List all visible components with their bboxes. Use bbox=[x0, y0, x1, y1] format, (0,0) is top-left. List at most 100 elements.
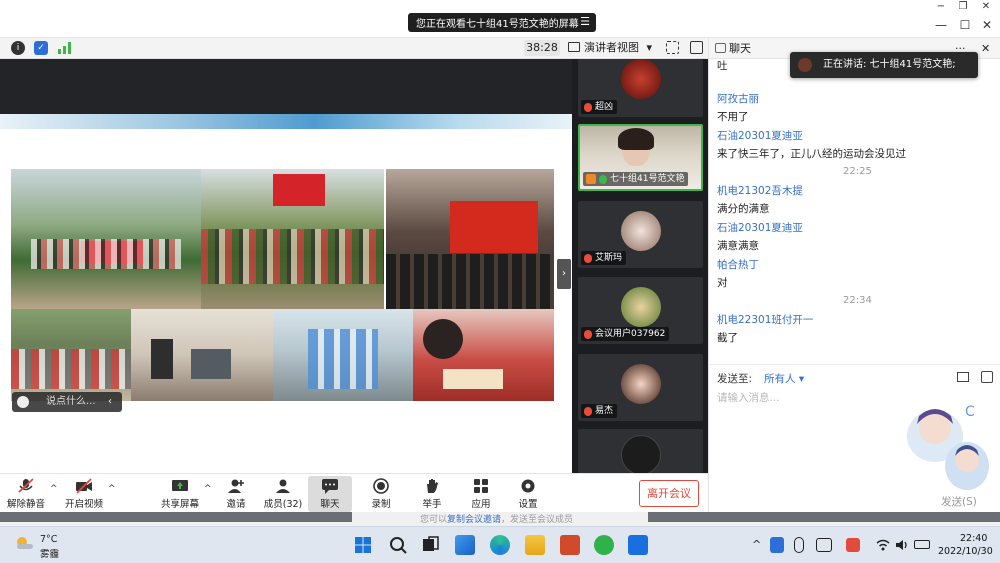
speaker-hair bbox=[618, 128, 654, 150]
tencent-meeting-icon[interactable] bbox=[628, 535, 648, 555]
meeting-timer: 38:28 bbox=[524, 40, 560, 56]
unmute-button[interactable]: 解除静音 bbox=[4, 476, 48, 512]
chat-icon bbox=[715, 43, 726, 53]
record-button[interactable]: 录制 bbox=[359, 476, 403, 512]
wechat-icon[interactable] bbox=[594, 535, 614, 555]
quick-chat-box[interactable]: 说点什么... ‹ bbox=[12, 392, 122, 412]
leave-meeting-button[interactable]: 离开会议 bbox=[639, 480, 699, 507]
copy-invite-link[interactable]: 复制会议邀请 bbox=[447, 515, 501, 525]
mic-muted-icon bbox=[584, 102, 592, 112]
collapse-participants-button[interactable]: › bbox=[557, 259, 571, 289]
chat-sender: 机电21302吾木提 bbox=[717, 185, 803, 197]
share-options-caret[interactable]: ^ bbox=[204, 484, 212, 494]
invite-button[interactable]: 邀请 bbox=[214, 476, 258, 512]
security-tray-icon[interactable] bbox=[770, 537, 784, 553]
file-icon[interactable] bbox=[957, 372, 969, 382]
participant-tile[interactable] bbox=[578, 429, 703, 473]
edge-browser-icon[interactable] bbox=[490, 535, 510, 555]
chat-sender: 机电22301班付开一 bbox=[717, 314, 814, 326]
photo-group-banner bbox=[11, 169, 201, 309]
strip-dark-left bbox=[0, 512, 352, 522]
participant-tile[interactable]: 超凶 bbox=[578, 59, 703, 117]
photo-volunteers bbox=[11, 309, 131, 401]
store-icon[interactable] bbox=[455, 535, 475, 555]
input-method-icon[interactable] bbox=[816, 538, 832, 552]
volume-icon[interactable] bbox=[895, 538, 909, 552]
participant-tile[interactable]: 会议用户037962 bbox=[578, 277, 703, 344]
participant-name-bar: 七十组41号范文艳 bbox=[583, 172, 689, 186]
video-options-caret[interactable]: ^ bbox=[108, 484, 116, 494]
close-icon[interactable]: ✕ bbox=[976, 18, 998, 34]
apps-button[interactable]: 应用 bbox=[459, 476, 503, 512]
chat-message: 截了 bbox=[717, 332, 738, 344]
participant-name: 易杰 bbox=[595, 406, 614, 416]
red-flag bbox=[273, 174, 325, 206]
group-people bbox=[31, 239, 181, 269]
close-chat-icon[interactable]: ✕ bbox=[981, 38, 990, 59]
participant-name-bar: 超凶 bbox=[581, 100, 618, 114]
chat-sender: 石油20301夏迪亚 bbox=[717, 130, 803, 142]
screenshot-icon[interactable] bbox=[981, 371, 993, 383]
members-button[interactable]: 成员(32) bbox=[261, 476, 305, 512]
stage-top-band bbox=[0, 59, 572, 115]
info-icon[interactable]: i bbox=[11, 41, 25, 55]
send-to-label: 发送至: bbox=[717, 373, 753, 385]
raise-hand-button[interactable]: 举手 bbox=[410, 476, 454, 512]
task-view-icon[interactable] bbox=[420, 535, 440, 555]
chat-button[interactable]: 聊天 bbox=[308, 476, 352, 512]
view-mode-label: 演讲者视图 bbox=[584, 41, 639, 54]
share-menu-icon[interactable]: ☰ bbox=[580, 15, 590, 28]
mic-tray-icon[interactable] bbox=[794, 537, 804, 553]
invite-hint: 您可以复制会议邀请，发送至会议成员 bbox=[420, 512, 573, 525]
windows-start-icon[interactable] bbox=[353, 535, 373, 555]
start-video-label: 开启视频 bbox=[64, 499, 103, 510]
security-shield-icon[interactable]: ✓ bbox=[34, 41, 48, 55]
start-video-button[interactable]: 开启视频 bbox=[62, 476, 106, 512]
wifi-icon[interactable] bbox=[876, 538, 890, 552]
apps-grid-icon bbox=[474, 479, 488, 493]
participant-name-bar: 会议用户037962 bbox=[581, 327, 670, 341]
outer-minimize-icon[interactable]: − bbox=[930, 1, 952, 15]
stage-screen bbox=[450, 201, 538, 253]
participant-tile[interactable]: 艾斯玛 bbox=[578, 201, 703, 268]
slide-header-band bbox=[0, 114, 572, 129]
settings-button[interactable]: 设置 bbox=[506, 476, 550, 512]
collapse-chat-icon[interactable]: ‹ bbox=[108, 392, 112, 412]
participant-name: 会议用户037962 bbox=[595, 329, 666, 339]
clock-time[interactable]: 22:40 bbox=[960, 533, 987, 544]
chat-bubble-icon bbox=[322, 479, 338, 494]
hint-strip: 您可以复制会议邀请，发送至会议成员 bbox=[0, 512, 1000, 526]
outer-restore-icon[interactable]: ❐ bbox=[952, 1, 974, 15]
tray-overflow-icon[interactable]: ^ bbox=[752, 538, 761, 551]
speaker-avatar-icon bbox=[798, 58, 812, 72]
maximize-icon[interactable]: ☐ bbox=[954, 18, 976, 34]
clock-date[interactable]: 2022/10/30 bbox=[938, 546, 993, 557]
emoji-icon[interactable] bbox=[17, 396, 29, 408]
signal-icon[interactable] bbox=[58, 42, 72, 54]
share-screen-button[interactable]: 共享屏幕 bbox=[158, 476, 202, 512]
recipient-select[interactable]: 所有人 ▾ bbox=[764, 371, 804, 386]
meeting-controls: 解除静音 ^ 开启视频 ^ 共享屏幕 ^ 邀请 成员(32) 聊天 录制 举手 … bbox=[0, 473, 708, 512]
powerpoint-icon[interactable] bbox=[560, 535, 580, 555]
volume-glyph bbox=[896, 540, 907, 550]
participant-tile[interactable]: 易杰 bbox=[578, 354, 703, 421]
fullscreen-icon[interactable] bbox=[666, 41, 679, 54]
office-person bbox=[151, 339, 173, 379]
minimize-icon[interactable]: — bbox=[930, 18, 952, 34]
outer-close-icon[interactable]: ✕ bbox=[975, 1, 997, 15]
chat-message: 不用了 bbox=[717, 111, 749, 123]
open-book bbox=[443, 369, 503, 389]
sogou-icon[interactable] bbox=[846, 538, 860, 552]
screen-share-notice[interactable]: 您正在观看七十组41号范文艳的屏幕 ☰ bbox=[408, 13, 596, 32]
chat-input[interactable]: 请输入消息... bbox=[717, 390, 780, 405]
search-icon[interactable] bbox=[388, 535, 408, 555]
audio-options-caret[interactable]: ^ bbox=[50, 484, 58, 494]
file-explorer-icon[interactable] bbox=[525, 535, 545, 555]
send-button[interactable]: 发送(S) bbox=[941, 494, 977, 509]
signal-bars bbox=[58, 42, 71, 54]
participant-tile-active[interactable]: 七十组41号范文艳 bbox=[578, 124, 703, 191]
speaking-indicator: 正在讲话: 七十组41号范文艳; bbox=[790, 52, 978, 78]
battery-icon[interactable] bbox=[914, 540, 930, 549]
view-mode-select[interactable]: 演讲者视图 ▾ bbox=[568, 40, 656, 56]
layout-toggle-icon[interactable] bbox=[690, 41, 703, 54]
